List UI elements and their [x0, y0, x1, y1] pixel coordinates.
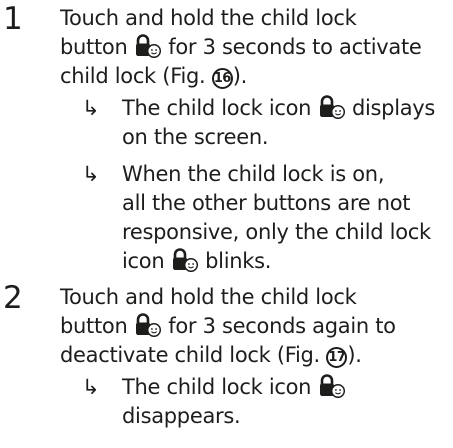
figure-ref: 16	[211, 68, 233, 89]
child-lock-icon	[135, 34, 161, 58]
child-lock-icon	[135, 313, 161, 337]
bullet-text: The child lock icon displays	[122, 95, 436, 120]
bullet-text: icon blinks.	[122, 248, 272, 273]
step-text: button for 3 seconds again to	[60, 313, 396, 338]
bullet-text: responsive, only the child lock	[122, 220, 431, 244]
bullet-text: The child lock icon	[122, 373, 346, 402]
step-text: button for 3 seconds to activate	[60, 34, 422, 59]
arrow-icon: ↳	[82, 96, 100, 120]
bullet-text: all the other buttons are not	[122, 191, 411, 215]
bullet-text: on the screen.	[122, 125, 269, 149]
step-text: Touch and hold the child lock	[60, 285, 357, 309]
bullet-text: disappears.	[122, 404, 241, 428]
child-lock-icon	[319, 374, 345, 398]
step-text: Touch and hold the child lock	[60, 6, 357, 30]
step-text: child lock (Fig. 16).	[60, 64, 248, 89]
child-lock-icon	[172, 248, 198, 272]
step-number: 2	[3, 280, 23, 316]
child-lock-icon	[319, 95, 345, 119]
step-number: 1	[3, 1, 23, 37]
arrow-icon: ↳	[82, 162, 100, 186]
arrow-icon: ↳	[82, 375, 100, 399]
bullet-text: When the child lock is on,	[122, 162, 385, 186]
figure-ref: 17	[326, 347, 348, 368]
step-text: deactivate child lock (Fig. 17).	[60, 343, 362, 368]
